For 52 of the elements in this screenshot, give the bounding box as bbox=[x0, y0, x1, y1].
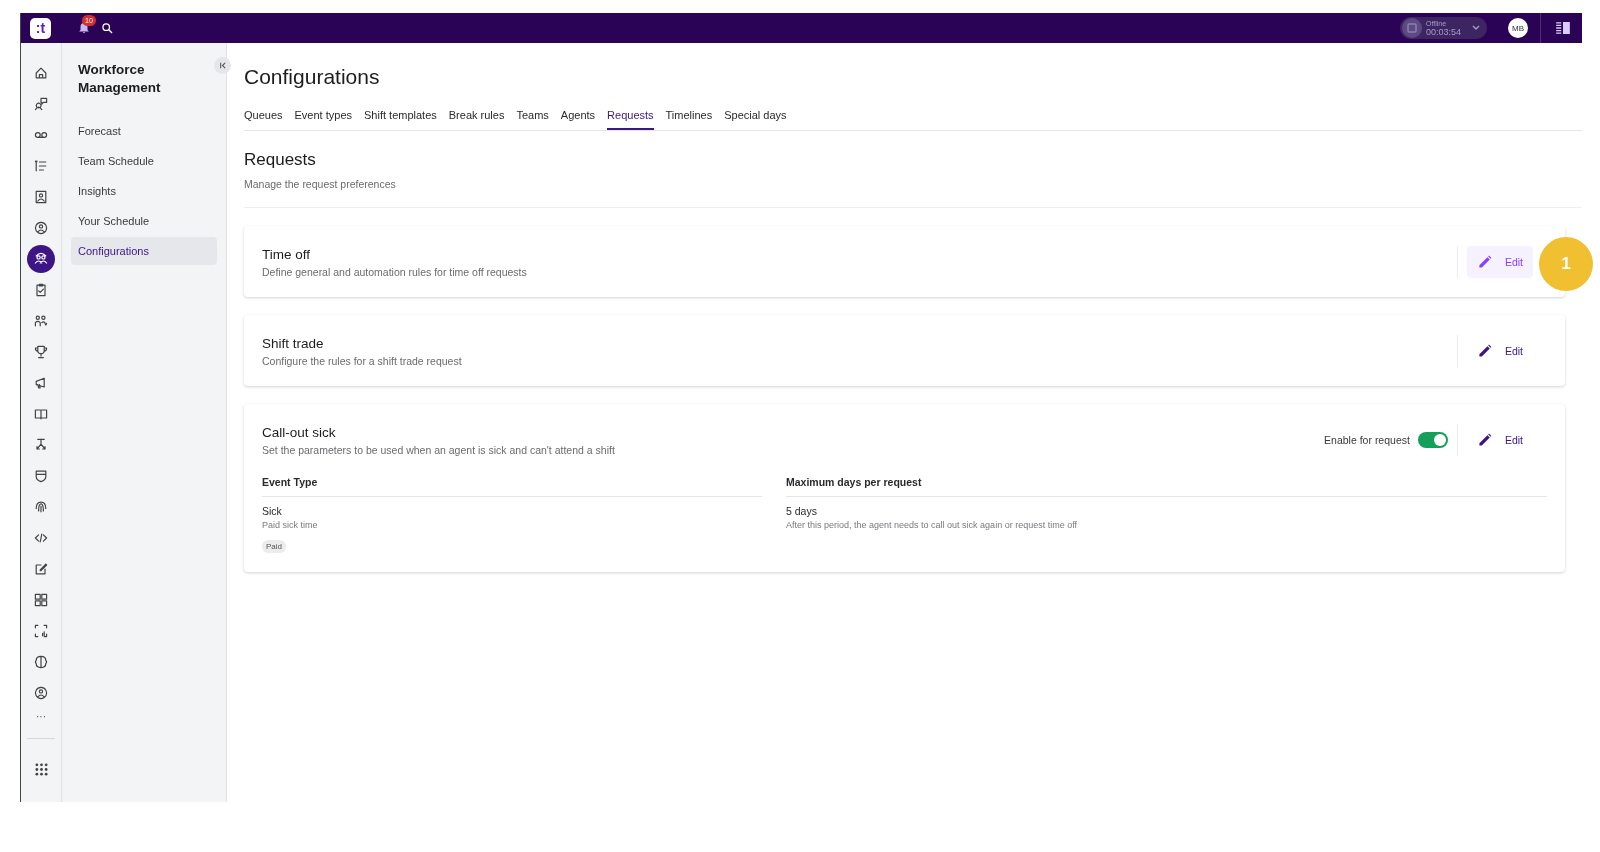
sidebar-item[interactable]: Insights bbox=[71, 177, 217, 205]
detail-note: Paid sick time bbox=[262, 520, 318, 530]
edit-button[interactable]: Edit bbox=[1466, 335, 1533, 367]
sidebar-title: Workforce Management bbox=[78, 61, 162, 97]
page-title: Configurations bbox=[244, 65, 381, 89]
card-title: Call-out sick bbox=[262, 424, 337, 440]
card-description: Configure the rules for a shift trade request bbox=[262, 354, 463, 367]
more-icon[interactable]: ··· bbox=[36, 712, 46, 722]
tab[interactable]: Agents bbox=[560, 109, 596, 130]
detail-heading: Event Type bbox=[262, 476, 762, 497]
card-title: Time off bbox=[262, 246, 311, 262]
detail-value: 5 days bbox=[786, 505, 817, 517]
pencil-icon bbox=[1476, 343, 1493, 359]
apps-grid-icon[interactable] bbox=[34, 763, 48, 776]
tab[interactable]: Shift templates bbox=[364, 109, 437, 130]
tab[interactable]: Teams bbox=[516, 109, 549, 130]
detail-value: Sick bbox=[262, 505, 282, 517]
panel-icon[interactable] bbox=[1556, 22, 1570, 34]
tab[interactable]: Requests bbox=[607, 109, 654, 130]
sidebar-item[interactable]: Configurations bbox=[71, 237, 217, 265]
tab[interactable]: Special days bbox=[724, 109, 787, 130]
people-icon[interactable] bbox=[27, 245, 55, 273]
pencil-icon bbox=[1476, 254, 1493, 270]
collapse-icon bbox=[218, 61, 227, 70]
detail-note: After this period, the agent needs to call out sick again or request time off bbox=[786, 520, 1077, 530]
sidebar-item[interactable]: Forecast bbox=[71, 117, 217, 145]
edit-button[interactable]: Edit bbox=[1466, 424, 1533, 456]
step-marker: 1 bbox=[1539, 237, 1593, 291]
detail-heading: Maximum days per request bbox=[786, 476, 1547, 497]
collapse-button[interactable] bbox=[214, 57, 231, 74]
edit-button[interactable]: Edit bbox=[1466, 246, 1533, 278]
sidebar-item[interactable]: Team Schedule bbox=[71, 147, 217, 175]
section-subtitle: Manage the request preferences bbox=[244, 178, 397, 190]
pencil-icon bbox=[1476, 432, 1493, 448]
status-timer: 00:03:54 bbox=[1425, 28, 1461, 37]
section-title: Requests bbox=[244, 150, 317, 170]
bell-icon[interactable] bbox=[77, 21, 91, 35]
card-description: Set the parameters to be used when an agent is sick and can't attend a shift bbox=[262, 443, 616, 456]
card-description: Define general and automation rules for time off requests bbox=[262, 265, 528, 278]
tab[interactable]: Break rules bbox=[448, 109, 505, 130]
search-icon[interactable] bbox=[101, 21, 114, 35]
tab[interactable]: Queues bbox=[244, 109, 283, 130]
stop-icon bbox=[1401, 18, 1422, 38]
sidebar-item[interactable]: Your Schedule bbox=[71, 207, 217, 235]
toggle-label: Enable for request bbox=[1324, 434, 1410, 446]
user-avatar[interactable]: MB bbox=[1508, 18, 1528, 38]
enable-switch[interactable] bbox=[1417, 432, 1448, 448]
tab[interactable]: Timelines bbox=[665, 109, 713, 130]
tab[interactable]: Event types bbox=[294, 109, 352, 130]
card-title: Shift trade bbox=[262, 335, 325, 351]
app-logo[interactable]: :t bbox=[30, 17, 51, 39]
paid-tag: Paid bbox=[262, 540, 286, 553]
